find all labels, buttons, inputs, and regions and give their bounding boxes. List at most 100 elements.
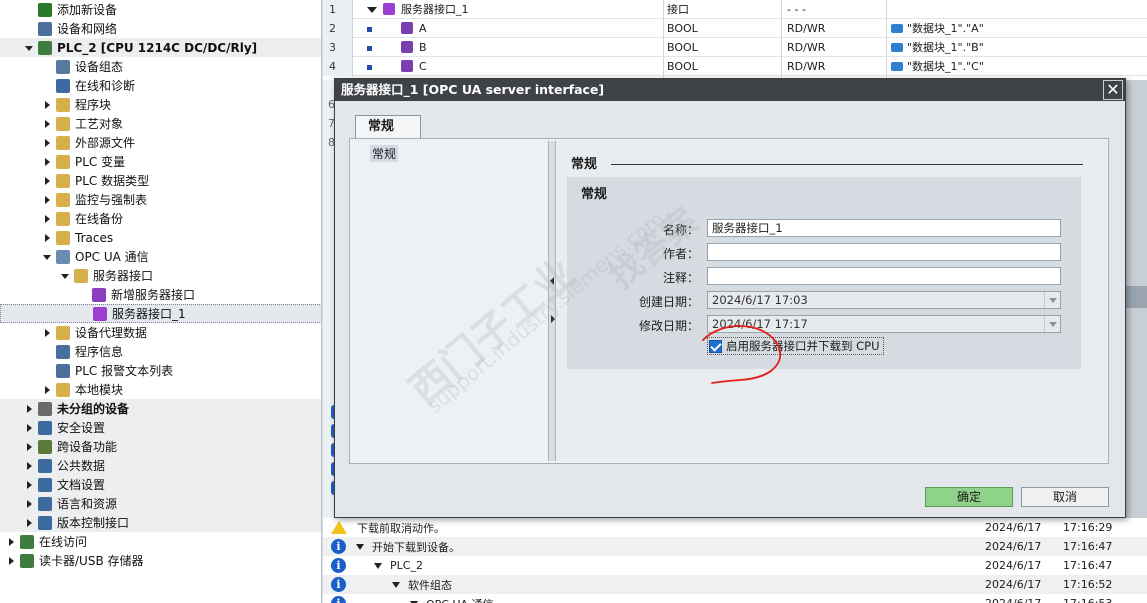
- collapse-left-icon[interactable]: [550, 277, 554, 285]
- plc-tag: "数据块_1"."C": [907, 60, 984, 73]
- chevron-down-icon[interactable]: [392, 581, 400, 588]
- log-time: 17:16:53: [1063, 597, 1112, 603]
- tree-item[interactable]: 服务器接口: [0, 266, 321, 285]
- tree-item[interactable]: 设备组态: [0, 57, 321, 76]
- log-date: 2024/6/17: [985, 540, 1042, 553]
- chevron-down-icon[interactable]: [24, 43, 34, 53]
- tree-item[interactable]: 设备代理数据: [0, 323, 321, 342]
- log-row[interactable]: 下载前取消动作。 2024/6/17 17:16:29: [323, 518, 1147, 537]
- tree-item[interactable]: 未分组的设备: [0, 399, 321, 418]
- chevron-right-icon[interactable]: [6, 556, 16, 566]
- tree-item[interactable]: 设备和网络: [0, 19, 321, 38]
- chevron-right-icon[interactable]: [42, 119, 52, 129]
- pane-splitter[interactable]: [548, 141, 556, 461]
- tree-item-label: 设备组态: [75, 60, 124, 74]
- tree-item[interactable]: OPC UA 通信: [0, 247, 321, 266]
- chevron-right-icon[interactable]: [24, 442, 34, 452]
- chevron-right-icon[interactable]: [24, 423, 34, 433]
- chevron-right-icon[interactable]: [42, 176, 52, 186]
- tree-item-label: 在线访问: [39, 535, 88, 549]
- tree-item[interactable]: 程序信息: [0, 342, 321, 361]
- tree-item[interactable]: PLC 变量: [0, 152, 321, 171]
- tree-item[interactable]: 安全设置: [0, 418, 321, 437]
- log-row[interactable]: i 开始下载到设备。 2024/6/17 17:16:47: [323, 537, 1147, 556]
- tree-item[interactable]: 外部源文件: [0, 133, 321, 152]
- chevron-down-icon[interactable]: [42, 252, 52, 262]
- log-row[interactable]: i OPC UA 通信 2024/6/17 17:16:53: [323, 594, 1147, 603]
- program-info-icon: [56, 344, 70, 359]
- table-row[interactable]: 2 A BOOL RD/WR "数据块_1"."A": [323, 18, 1147, 38]
- tree-item[interactable]: 监控与强制表: [0, 190, 321, 209]
- tree-item[interactable]: Traces: [0, 228, 321, 247]
- tree-item[interactable]: 工艺对象: [0, 114, 321, 133]
- chevron-right-icon[interactable]: [6, 537, 16, 547]
- tree-item[interactable]: 本地模块: [0, 380, 321, 399]
- folder-icon: [56, 116, 70, 131]
- checkbox-checked-icon[interactable]: [709, 339, 722, 353]
- chevron-right-icon[interactable]: [42, 214, 52, 224]
- chevron-right-icon[interactable]: [42, 157, 52, 167]
- cancel-button[interactable]: 取消: [1021, 487, 1109, 507]
- table-row[interactable]: 4 C BOOL RD/WR "数据块_1"."C": [323, 56, 1147, 76]
- tree-item[interactable]: 跨设备功能: [0, 437, 321, 456]
- table-row[interactable]: 1 服务器接口_1 接口 - - -: [323, 0, 1147, 19]
- log-row[interactable]: i PLC_2 2024/6/17 17:16:47: [323, 556, 1147, 575]
- plc-tag-icon: [891, 19, 903, 38]
- chevron-right-icon[interactable]: [42, 195, 52, 205]
- tree-item[interactable]: 版本控制接口: [0, 513, 321, 532]
- close-icon[interactable]: ✕: [1103, 80, 1123, 100]
- tree-item[interactable]: 服务器接口_1: [0, 304, 321, 323]
- chevron-right-icon[interactable]: [42, 138, 52, 148]
- tree-item-label: 添加新设备: [57, 3, 118, 17]
- data-type: BOOL: [667, 41, 698, 54]
- tree-item[interactable]: 文档设置: [0, 475, 321, 494]
- add-server-interface-icon: [92, 287, 106, 302]
- chevron-right-icon[interactable]: [42, 328, 52, 338]
- tree-item[interactable]: 在线访问: [0, 532, 321, 551]
- tree-item-label: 新增服务器接口: [111, 288, 196, 302]
- tree-item[interactable]: 在线备份: [0, 209, 321, 228]
- node-name: A: [419, 22, 427, 35]
- chevron-right-icon[interactable]: [42, 385, 52, 395]
- tree-item[interactable]: 程序块: [0, 95, 321, 114]
- alarm-text-icon: [56, 363, 70, 378]
- chevron-right-icon[interactable]: [24, 480, 34, 490]
- tree-item[interactable]: 在线和诊断: [0, 76, 321, 95]
- chevron-down-icon[interactable]: [60, 271, 70, 281]
- enable-server-interface-checkbox[interactable]: 启用服务器接口并下载到 CPU: [707, 337, 884, 355]
- table-row[interactable]: 3 B BOOL RD/WR "数据块_1"."B": [323, 37, 1147, 57]
- chevron-down-icon[interactable]: [356, 543, 364, 550]
- ok-button[interactable]: 确定: [925, 487, 1013, 507]
- add-device-icon: [38, 2, 52, 17]
- chevron-right-icon[interactable]: [42, 100, 52, 110]
- tab-general[interactable]: 常规: [355, 115, 421, 139]
- folder-icon: [56, 230, 70, 245]
- tree-item-label: 在线备份: [75, 212, 124, 226]
- scroll-button[interactable]: [1125, 286, 1147, 308]
- log-row[interactable]: i 软件组态 2024/6/17 17:16:52: [323, 575, 1147, 594]
- chevron-right-icon[interactable]: [24, 499, 34, 509]
- chevron-right-icon[interactable]: [24, 518, 34, 528]
- tree-item[interactable]: 公共数据: [0, 456, 321, 475]
- author-field[interactable]: [707, 243, 1061, 261]
- tree-item[interactable]: PLC_2 [CPU 1214C DC/DC/Rly]: [0, 38, 321, 57]
- online-diagnostics-icon: [56, 78, 70, 93]
- tree-item[interactable]: 语言和资源: [0, 494, 321, 513]
- expand-right-icon[interactable]: [551, 315, 555, 323]
- tree-item[interactable]: PLC 报警文本列表: [0, 361, 321, 380]
- comment-field[interactable]: [707, 267, 1061, 285]
- bullet-icon: [367, 19, 372, 38]
- chevron-down-icon[interactable]: [374, 562, 382, 569]
- variable-icon: [401, 19, 413, 38]
- tree-item-label: 安全设置: [57, 421, 106, 435]
- chevron-right-icon[interactable]: [24, 404, 34, 414]
- chevron-right-icon[interactable]: [24, 461, 34, 471]
- chevron-right-icon[interactable]: [42, 233, 52, 243]
- tree-item[interactable]: 新增服务器接口: [0, 285, 321, 304]
- tree-item[interactable]: 添加新设备: [0, 0, 321, 19]
- name-field[interactable]: 服务器接口_1: [707, 219, 1061, 237]
- nav-item-general[interactable]: 常规: [370, 145, 399, 162]
- chevron-down-icon[interactable]: [367, 0, 377, 19]
- tree-item[interactable]: 读卡器/USB 存储器: [0, 551, 321, 570]
- tree-item[interactable]: PLC 数据类型: [0, 171, 321, 190]
